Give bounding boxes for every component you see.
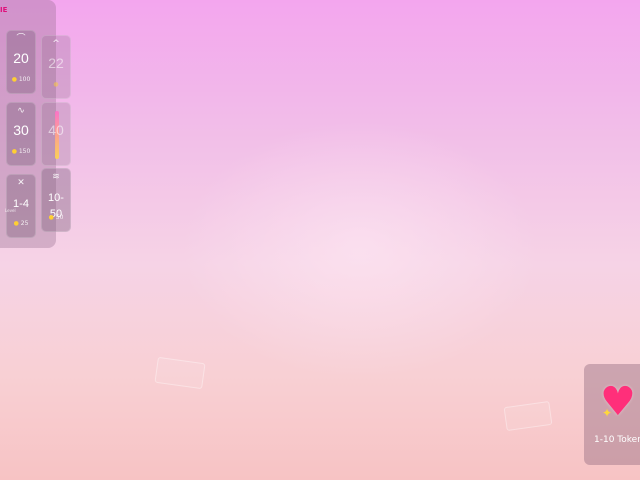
coin-icon: ● bbox=[48, 214, 54, 221]
coin-icon: ● bbox=[53, 81, 59, 88]
caret-icon: ^ bbox=[52, 39, 60, 49]
wave-icon: ∿ bbox=[17, 106, 25, 116]
reward-card[interactable]: ♥ ✦ 1-10 Tokens bbox=[584, 364, 640, 465]
faded-card-shape bbox=[503, 400, 553, 432]
panel-tab-label[interactable]: IE bbox=[0, 6, 7, 14]
tip-tile-cost: ● bbox=[42, 81, 70, 89]
tip-tile-value: 1-4 bbox=[13, 198, 29, 210]
tip-tile-10-50[interactable]: ≋ 10-50 ● 50 bbox=[41, 168, 71, 232]
tip-tile-cost: ● 25 bbox=[13, 220, 29, 227]
cross-icon: ✕ bbox=[17, 178, 25, 188]
curve-icon: ⌒ bbox=[16, 34, 26, 44]
reward-label: 1-10 Tokens bbox=[594, 435, 640, 445]
tip-tile-cost: ● 100 bbox=[11, 76, 31, 83]
tip-tile-20[interactable]: ⌒ 20 ● 100 bbox=[6, 30, 36, 94]
waves-icon: ≋ bbox=[52, 172, 60, 182]
tip-tile-value: 40 bbox=[48, 122, 64, 138]
coin-icon: ● bbox=[13, 220, 19, 227]
tip-tile-value: 22 bbox=[48, 55, 64, 71]
faded-card-shape bbox=[154, 356, 206, 390]
tip-tile-cost: ● 50 bbox=[48, 214, 64, 221]
tip-tile-cost: ● 150 bbox=[11, 148, 31, 155]
tip-tile-value: 30 bbox=[13, 122, 29, 138]
coin-icon: ● bbox=[11, 148, 17, 155]
tip-tile-30[interactable]: ∿ 30 ● 150 bbox=[6, 102, 36, 166]
tip-tile-level-1-4[interactable]: ✕ Level 1-4 ● 25 bbox=[5, 174, 36, 238]
background-glow bbox=[180, 120, 540, 380]
coin-icon: ● bbox=[11, 76, 17, 83]
sparkle-icon: ✦ bbox=[602, 406, 613, 420]
tip-tile-22[interactable]: ^ 22 ● bbox=[41, 35, 71, 99]
tip-tile-40[interactable]: 40 bbox=[41, 102, 71, 166]
tip-tile-value: 20 bbox=[13, 50, 29, 66]
tip-menu-panel: IE ⌒ 20 ● 100 ^ 22 ● ∿ 30 ● 150 40 ✕ Lev… bbox=[0, 0, 71, 248]
